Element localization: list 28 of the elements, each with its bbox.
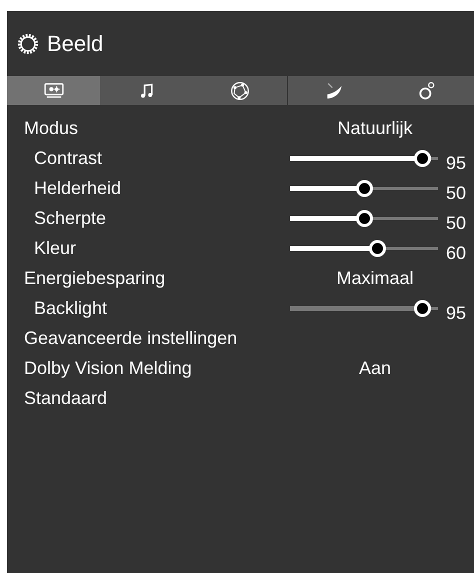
slider-value: 95 bbox=[446, 302, 466, 324]
option-value: Aan bbox=[358, 358, 392, 378]
gear-icon bbox=[17, 32, 39, 54]
slider-thumb[interactable] bbox=[368, 240, 386, 256]
slider-thumb[interactable] bbox=[356, 210, 372, 226]
menu-item[interactable]: Geavanceerde instellingen bbox=[24, 328, 290, 348]
music-note-icon bbox=[138, 82, 155, 98]
slider-value: 50 bbox=[446, 182, 466, 204]
slider-thumb[interactable] bbox=[414, 150, 432, 166]
slider-value: 60 bbox=[446, 242, 466, 264]
menu-item[interactable]: Modus bbox=[24, 118, 290, 138]
slider-value: 95 bbox=[446, 152, 466, 174]
menu-item[interactable]: Energiebesparing bbox=[24, 268, 290, 288]
menu-item[interactable]: Helderheid bbox=[24, 178, 290, 198]
menu-item[interactable]: Kleur bbox=[24, 238, 290, 258]
menu-item[interactable]: Standaard bbox=[24, 388, 290, 408]
gears-icon bbox=[417, 80, 438, 100]
option-value: Maximaal bbox=[335, 268, 415, 288]
menu-item[interactable]: Dolby Vision Melding bbox=[24, 358, 290, 378]
option-value: Natuurlijk bbox=[336, 118, 414, 138]
slider-value: 50 bbox=[446, 212, 466, 234]
menu-item[interactable]: Contrast bbox=[24, 148, 290, 168]
slider-thumb[interactable] bbox=[356, 180, 372, 196]
menu-item[interactable]: Scherpte bbox=[24, 208, 290, 228]
monitor-icon bbox=[42, 82, 65, 98]
window-title: Beeld bbox=[47, 30, 104, 56]
menu-tab[interactable] bbox=[7, 76, 100, 105]
globe-icon bbox=[230, 80, 250, 100]
